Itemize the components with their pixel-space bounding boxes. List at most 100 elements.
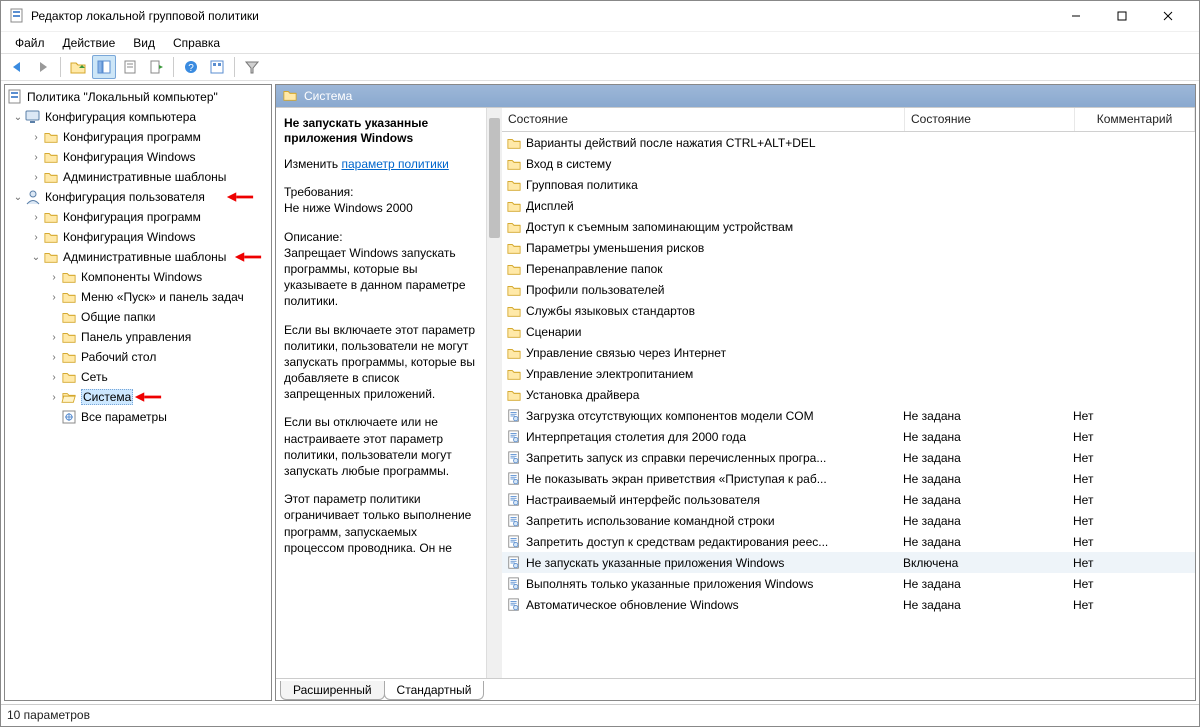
minimize-button[interactable] [1053,1,1099,31]
list-item-setting[interactable]: Не запускать указанные приложения Window… [502,552,1195,573]
twisty-collapsed-icon[interactable]: › [47,392,61,403]
list-item-folder[interactable]: Управление связью через Интернет [502,342,1195,363]
tree-user-config[interactable]: ⌄ Конфигурация пользователя [5,187,271,207]
tree-computer-config[interactable]: ⌄ Конфигурация компьютера [5,107,271,127]
item-state: Не задана [903,535,1073,549]
list-item-setting[interactable]: Интерпретация столетия для 2000 года Не … [502,426,1195,447]
menu-file[interactable]: Файл [7,34,53,52]
options-button[interactable] [205,55,229,79]
list-item-folder[interactable]: Перенаправление папок [502,258,1195,279]
help-button[interactable]: ? [179,55,203,79]
twisty-expanded-icon[interactable]: ⌄ [11,112,25,123]
twisty-collapsed-icon[interactable]: › [29,132,43,143]
description-scrollbar[interactable] [486,108,502,678]
column-state[interactable]: Состояние [905,108,1075,131]
folder-icon [506,324,522,340]
list-item-setting[interactable]: Настраиваемый интерфейс пользователя Не … [502,489,1195,510]
item-state: Не задана [903,472,1073,486]
item-name: Автоматическое обновление Windows [526,598,903,612]
tree-item[interactable]: ›Сеть [5,367,271,387]
tree-item[interactable]: ›Конфигурация программ [5,207,271,227]
list-item-folder[interactable]: Дисплей [502,195,1195,216]
forward-button[interactable] [31,55,55,79]
list-item-setting[interactable]: Запретить использование командной строки… [502,510,1195,531]
tree-root[interactable]: Политика "Локальный компьютер" [5,87,271,107]
folder-icon [43,249,59,265]
close-button[interactable] [1145,1,1191,31]
export-button[interactable] [144,55,168,79]
list-rows[interactable]: Варианты действий после нажатия CTRL+ALT… [502,132,1195,678]
tree-label: Рабочий стол [81,350,156,364]
tree-all-settings[interactable]: Все параметры [5,407,271,427]
item-comment: Нет [1073,451,1193,465]
item-name: Интерпретация столетия для 2000 года [526,430,903,444]
scrollbar-thumb[interactable] [489,118,500,238]
tree-item[interactable]: ›Административные шаблоны [5,167,271,187]
list-item-setting[interactable]: Запретить доступ к средствам редактирова… [502,531,1195,552]
twisty-collapsed-icon[interactable]: › [47,352,61,363]
list-item-folder[interactable]: Управление электропитанием [502,363,1195,384]
item-state: Не задана [903,577,1073,591]
twisty-collapsed-icon[interactable]: › [29,232,43,243]
setting-icon [506,597,522,613]
column-comment[interactable]: Комментарий [1075,108,1195,131]
menu-action[interactable]: Действие [55,34,124,52]
desc-p4: Этот параметр политики ограничивает толь… [284,491,478,556]
menu-view[interactable]: Вид [125,34,163,52]
item-state: Не задана [903,451,1073,465]
list-item-folder[interactable]: Варианты действий после нажатия CTRL+ALT… [502,132,1195,153]
tree-item[interactable]: ›Меню «Пуск» и панель задач [5,287,271,307]
twisty-collapsed-icon[interactable]: › [47,372,61,383]
list-item-setting[interactable]: Автоматическое обновление Windows Не зад… [502,594,1195,615]
show-tree-button[interactable] [92,55,116,79]
back-button[interactable] [5,55,29,79]
path-title: Система [304,89,352,103]
twisty-expanded-icon[interactable]: ⌄ [29,252,43,263]
item-name: Запретить запуск из справки перечисленны… [526,451,903,465]
maximize-button[interactable] [1099,1,1145,31]
twisty-collapsed-icon[interactable]: › [29,152,43,163]
list-item-folder[interactable]: Параметры уменьшения рисков [502,237,1195,258]
filter-button[interactable] [240,55,264,79]
twisty-collapsed-icon[interactable]: › [47,292,61,303]
tree-item[interactable]: ›Компоненты Windows [5,267,271,287]
list-item-folder[interactable]: Службы языковых стандартов [502,300,1195,321]
item-name: Управление связью через Интернет [526,346,903,360]
item-state: Не задана [903,514,1073,528]
tab-extended[interactable]: Расширенный [280,681,385,700]
twisty-collapsed-icon[interactable]: › [29,212,43,223]
column-name[interactable]: Состояние [502,108,905,131]
up-button[interactable] [66,55,90,79]
setting-icon [506,429,522,445]
list-item-folder[interactable]: Установка драйвера [502,384,1195,405]
list-item-folder[interactable]: Групповая политика [502,174,1195,195]
tree-pane[interactable]: Политика "Локальный компьютер" ⌄ Конфигу… [4,84,272,701]
list-item-folder[interactable]: Сценарии [502,321,1195,342]
tree-admin-templates[interactable]: ⌄ Административные шаблоны [5,247,271,267]
tree-item[interactable]: ›Конфигурация программ [5,127,271,147]
list-item-setting[interactable]: Загрузка отсутствующих компонентов модел… [502,405,1195,426]
list-item-setting[interactable]: Не показывать экран приветствия «Приступ… [502,468,1195,489]
twisty-collapsed-icon[interactable]: › [47,272,61,283]
list-item-folder[interactable]: Доступ к съемным запоминающим устройства… [502,216,1195,237]
list-item-setting[interactable]: Выполнять только указанные приложения Wi… [502,573,1195,594]
properties-button[interactable] [118,55,142,79]
tree-item[interactable]: ›Конфигурация Windows [5,227,271,247]
list-item-setting[interactable]: Запретить запуск из справки перечисленны… [502,447,1195,468]
tree-item[interactable]: ›Панель управления [5,327,271,347]
twisty-expanded-icon[interactable]: ⌄ [11,192,25,203]
menubar: Файл Действие Вид Справка [1,31,1199,53]
item-comment: Нет [1073,430,1193,444]
list-item-folder[interactable]: Профили пользователей [502,279,1195,300]
twisty-collapsed-icon[interactable]: › [29,172,43,183]
tree-system[interactable]: › Система [5,387,271,407]
tree-item[interactable]: Общие папки [5,307,271,327]
menu-help[interactable]: Справка [165,34,228,52]
twisty-collapsed-icon[interactable]: › [47,332,61,343]
folder-icon [506,282,522,298]
tree-item[interactable]: ›Конфигурация Windows [5,147,271,167]
list-item-folder[interactable]: Вход в систему [502,153,1195,174]
edit-policy-link[interactable]: параметр политики [341,157,448,171]
tab-standard[interactable]: Стандартный [384,681,485,700]
tree-item[interactable]: › Рабочий стол [5,347,271,367]
